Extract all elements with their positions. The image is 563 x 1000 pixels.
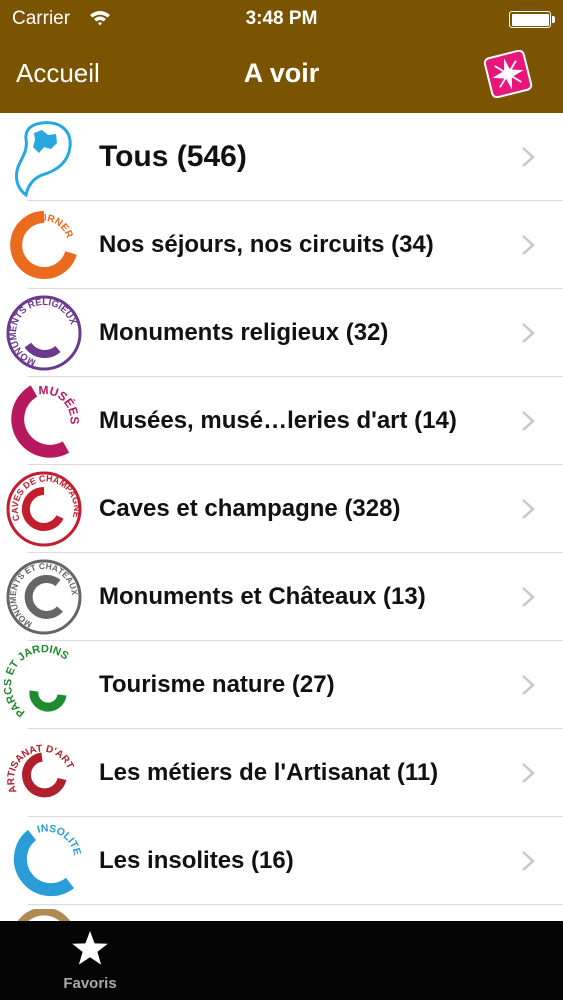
insolite-logo: INSOLITE — [13, 822, 83, 897]
musees-logo: MUSÉES — [11, 383, 81, 458]
star-icon — [72, 931, 108, 965]
svg-text:INSOLITE: INSOLITE — [36, 822, 83, 856]
list-item-label: Les métiers de l'Artisanat (11) — [99, 759, 439, 786]
tab-label: Favoris — [63, 975, 117, 992]
chevron-right-icon — [522, 763, 535, 783]
sparkle-icon[interactable] — [482, 50, 534, 98]
list-item[interactable] — [0, 905, 563, 921]
list-item[interactable]: INSOLITE Les insolites (16) — [0, 817, 563, 905]
caves-champagne-logo: CAVES DE CHAMPAGNE — [6, 471, 82, 547]
chevron-right-icon — [522, 323, 535, 343]
list-item[interactable]: ARTISANAT D'ART Les métiers de l'Artisan… — [0, 729, 563, 817]
parcs-jardins-logo: PARCS ET JARDINS — [4, 645, 71, 719]
list-item-label: Monuments et Châteaux (13) — [99, 583, 426, 610]
list-item-label: Monuments religieux (32) — [99, 319, 389, 346]
chevron-right-icon — [522, 675, 535, 695]
chevron-right-icon — [522, 851, 535, 871]
chevron-right-icon — [522, 235, 535, 255]
list-item[interactable]: MONUMENTS RELIGIEUX Monuments religieux … — [0, 289, 563, 377]
sejourner-logo: SÉJOURNER — [10, 211, 77, 279]
clock: 3:48 PM — [245, 8, 318, 29]
battery-icon — [509, 11, 555, 28]
list-item[interactable]: PARCS ET JARDINS Tourisme nature (27) — [0, 641, 563, 729]
chevron-right-icon — [522, 147, 535, 167]
page-title: A voir — [243, 58, 320, 88]
svg-text:ARTISANAT D'ART: ARTISANAT D'ART — [6, 743, 76, 794]
category-logo — [17, 909, 71, 921]
chevron-right-icon — [522, 587, 535, 607]
header: Carrier 3:48 PM Accueil A voir — [0, 0, 563, 113]
chevron-right-icon — [522, 411, 535, 431]
list-item[interactable]: SÉJOURNER Nos séjours, nos circuits (34) — [0, 201, 563, 289]
svg-text:MUSÉES: MUSÉES — [38, 383, 81, 424]
list-item-label: Musées, musé…leries d'art (14) — [99, 407, 457, 434]
list-item-label: Tourisme nature (27) — [99, 671, 335, 698]
list-item[interactable]: MONUMENTS ET CHÂTEAUX Monuments et Châte… — [0, 553, 563, 641]
artisanat-logo: ARTISANAT D'ART — [6, 743, 76, 798]
monuments-chateaux-logo: MONUMENTS ET CHÂTEAUX — [6, 559, 82, 635]
category-list: Tous (546) SÉJOURNER Nos séjours, nos ci… — [0, 113, 563, 921]
status-bar: Carrier 3:48 PM — [0, 0, 563, 38]
list-item-label: Les insolites (16) — [99, 847, 294, 874]
region-map-icon — [14, 121, 72, 197]
list-item[interactable]: Tous (546) — [0, 113, 563, 201]
list-item[interactable]: CAVES DE CHAMPAGNE Caves et champagne (3… — [0, 465, 563, 553]
chevron-right-icon — [522, 499, 535, 519]
list-item-label: Tous (546) — [99, 140, 247, 173]
list-item-label: Caves et champagne (328) — [99, 495, 401, 522]
list-item[interactable]: MUSÉES Musées, musé…leries d'art (14) — [0, 377, 563, 465]
monuments-religieux-logo: MONUMENTS RELIGIEUX — [6, 295, 82, 371]
tab-bar: Favoris — [0, 921, 563, 1000]
tab-favoris[interactable]: Favoris — [40, 921, 140, 1000]
list-item-label: Nos séjours, nos circuits (34) — [99, 231, 434, 258]
